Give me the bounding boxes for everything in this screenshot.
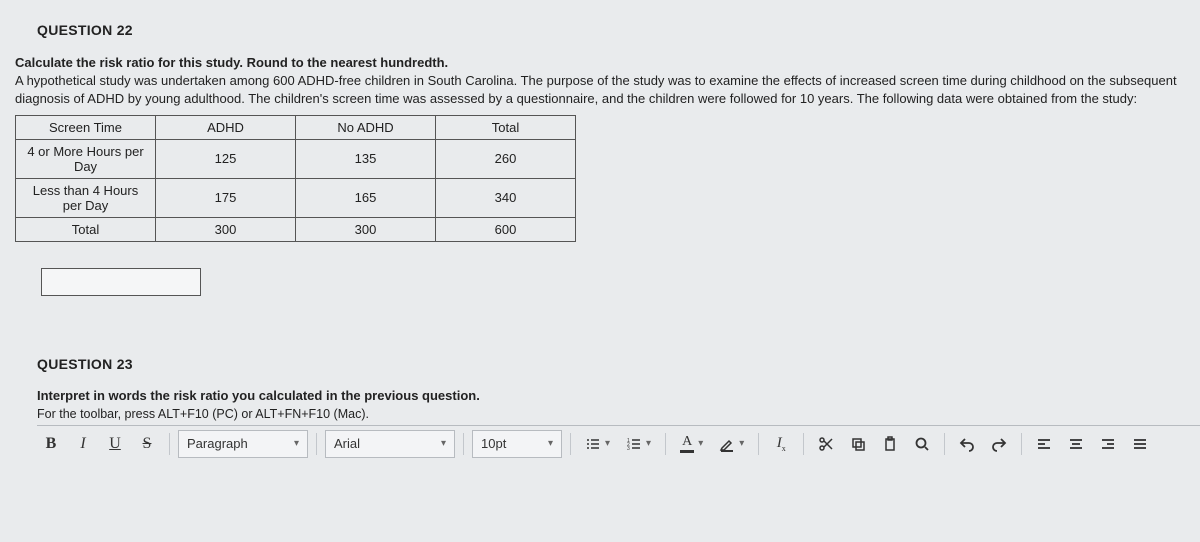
rich-text-toolbar: B I U S Paragraph ▾ Arial ▾ 10pt ▾ bbox=[37, 425, 1200, 458]
cell-row3-noadhd: 300 bbox=[296, 217, 436, 241]
q23-toolbar-hint: For the toolbar, press ALT+F10 (PC) or A… bbox=[37, 407, 1185, 421]
font-size-label: 10pt bbox=[481, 436, 506, 451]
align-justify-icon bbox=[1132, 436, 1148, 452]
chevron-down-icon: ▾ bbox=[441, 438, 446, 449]
cell-row2-label: Less than 4 Hours per Day bbox=[16, 178, 156, 217]
q22-prompt-bold: Calculate the risk ratio for this study.… bbox=[15, 55, 448, 70]
toolbar-divider bbox=[570, 433, 571, 455]
question-22-body: Calculate the risk ratio for this study.… bbox=[15, 54, 1185, 109]
q22-answer-input[interactable] bbox=[41, 268, 201, 296]
align-center-button[interactable] bbox=[1062, 430, 1090, 458]
scissors-icon bbox=[818, 436, 834, 452]
paste-icon bbox=[882, 436, 898, 452]
question-23: QUESTION 23 Interpret in words the risk … bbox=[15, 356, 1185, 458]
question-22-title: QUESTION 22 bbox=[15, 22, 1185, 38]
highlight-icon bbox=[719, 436, 735, 452]
bullet-list-icon bbox=[585, 436, 601, 452]
align-right-button[interactable] bbox=[1094, 430, 1122, 458]
font-size-select[interactable]: 10pt ▾ bbox=[472, 430, 562, 458]
toolbar-divider bbox=[758, 433, 759, 455]
bullet-list-button[interactable]: ▾ bbox=[579, 430, 616, 458]
undo-icon bbox=[959, 436, 975, 452]
toolbar-divider bbox=[463, 433, 464, 455]
table-row: Less than 4 Hours per Day 175 165 340 bbox=[16, 178, 576, 217]
numbered-list-icon: 1 2 3 bbox=[626, 436, 642, 452]
toolbar-divider bbox=[944, 433, 945, 455]
table-header-row: Screen Time ADHD No ADHD Total bbox=[16, 115, 576, 139]
chevron-down-icon: ▾ bbox=[294, 438, 299, 449]
toolbar-divider bbox=[316, 433, 317, 455]
cell-row3-label: Total bbox=[16, 217, 156, 241]
undo-button[interactable] bbox=[953, 430, 981, 458]
cell-row3-adhd: 300 bbox=[156, 217, 296, 241]
align-left-button[interactable] bbox=[1030, 430, 1058, 458]
text-color-button[interactable]: A ▾ bbox=[674, 430, 709, 458]
highlight-color-button[interactable]: ▾ bbox=[713, 430, 750, 458]
question-23-title: QUESTION 23 bbox=[37, 356, 1185, 372]
block-format-label: Paragraph bbox=[187, 436, 248, 451]
cell-row2-adhd: 175 bbox=[156, 178, 296, 217]
paste-button[interactable] bbox=[876, 430, 904, 458]
cell-row1-noadhd: 135 bbox=[296, 139, 436, 178]
italic-button[interactable]: I bbox=[69, 430, 97, 458]
cell-row2-total: 340 bbox=[436, 178, 576, 217]
text-color-icon: A bbox=[680, 434, 694, 453]
cell-row2-noadhd: 165 bbox=[296, 178, 436, 217]
cell-row1-total: 260 bbox=[436, 139, 576, 178]
th-no-adhd: No ADHD bbox=[296, 115, 436, 139]
th-adhd: ADHD bbox=[156, 115, 296, 139]
font-family-label: Arial bbox=[334, 436, 360, 451]
bold-button[interactable]: B bbox=[37, 430, 65, 458]
numbered-list-button[interactable]: 1 2 3 ▾ bbox=[620, 430, 657, 458]
cell-row1-adhd: 125 bbox=[156, 139, 296, 178]
redo-button[interactable] bbox=[985, 430, 1013, 458]
font-family-select[interactable]: Arial ▾ bbox=[325, 430, 455, 458]
chevron-down-icon: ▾ bbox=[698, 438, 703, 449]
toolbar-divider bbox=[803, 433, 804, 455]
redo-icon bbox=[991, 436, 1007, 452]
align-center-icon bbox=[1068, 436, 1084, 452]
copy-button[interactable] bbox=[844, 430, 872, 458]
align-justify-button[interactable] bbox=[1126, 430, 1154, 458]
underline-button[interactable]: U bbox=[101, 430, 129, 458]
block-format-select[interactable]: Paragraph ▾ bbox=[178, 430, 308, 458]
chevron-down-icon: ▾ bbox=[605, 438, 610, 449]
svg-text:3: 3 bbox=[627, 446, 630, 452]
table-row: Total 300 300 600 bbox=[16, 217, 576, 241]
clear-formatting-icon: Ix bbox=[777, 435, 786, 453]
strikethrough-button[interactable]: S bbox=[133, 430, 161, 458]
question-22: QUESTION 22 Calculate the risk ratio for… bbox=[15, 22, 1185, 296]
q22-data-table: Screen Time ADHD No ADHD Total 4 or More… bbox=[15, 115, 576, 242]
find-replace-button[interactable] bbox=[908, 430, 936, 458]
q22-prompt-body: A hypothetical study was undertaken amon… bbox=[15, 73, 1177, 106]
search-icon bbox=[914, 436, 930, 452]
chevron-down-icon: ▾ bbox=[739, 438, 744, 449]
th-screen-time: Screen Time bbox=[16, 115, 156, 139]
q23-prompt-bold: Interpret in words the risk ratio you ca… bbox=[37, 388, 1185, 403]
toolbar-divider bbox=[1021, 433, 1022, 455]
chevron-down-icon: ▾ bbox=[548, 438, 553, 449]
toolbar-divider bbox=[665, 433, 666, 455]
copy-icon bbox=[850, 436, 866, 452]
clear-formatting-button[interactable]: Ix bbox=[767, 430, 795, 458]
cell-row1-label: 4 or More Hours per Day bbox=[16, 139, 156, 178]
toolbar-divider bbox=[169, 433, 170, 455]
align-right-icon bbox=[1100, 436, 1116, 452]
align-left-icon bbox=[1036, 436, 1052, 452]
chevron-down-icon: ▾ bbox=[646, 438, 651, 449]
table-row: 4 or More Hours per Day 125 135 260 bbox=[16, 139, 576, 178]
cut-button[interactable] bbox=[812, 430, 840, 458]
th-total: Total bbox=[436, 115, 576, 139]
cell-row3-total: 600 bbox=[436, 217, 576, 241]
